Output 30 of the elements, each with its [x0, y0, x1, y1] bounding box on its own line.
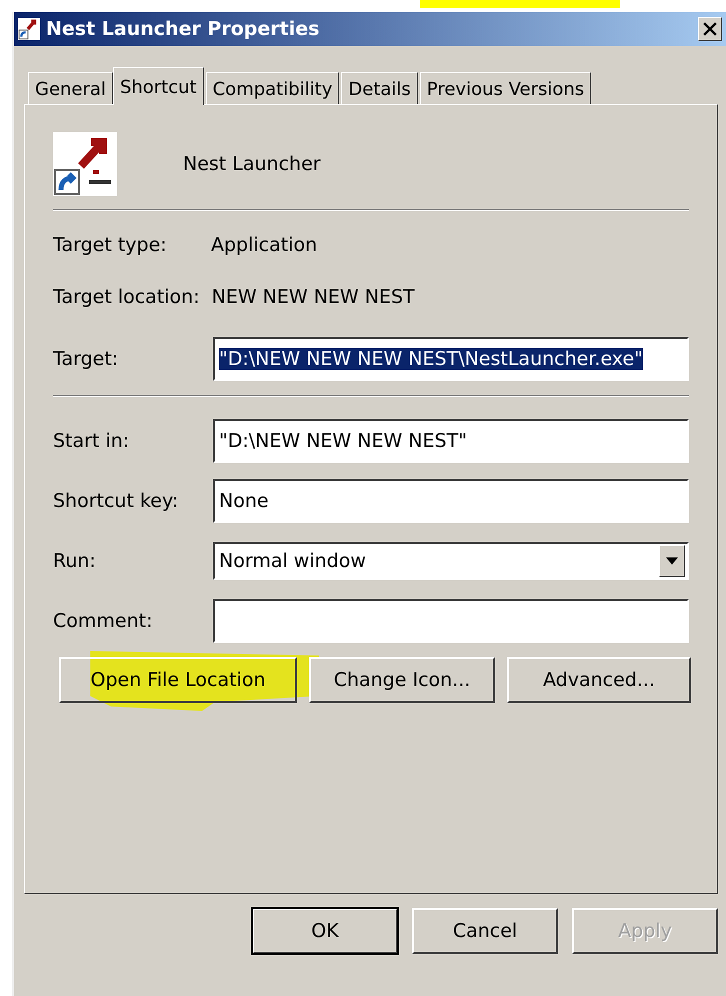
- close-icon: [703, 22, 717, 36]
- input-field[interactable]: [213, 599, 689, 643]
- dialog-button[interactable]: OK: [252, 908, 398, 954]
- field-label: Run:: [53, 550, 97, 572]
- dialog-button[interactable]: Cancel: [412, 908, 558, 954]
- dropdown-field[interactable]: Normal window: [213, 542, 689, 580]
- input-field[interactable]: None: [213, 479, 689, 523]
- tab[interactable]: Shortcut: [112, 67, 204, 105]
- shortcut-app-icon: [53, 132, 117, 196]
- input-field[interactable]: "D:\NEW NEW NEW NEST": [213, 419, 689, 463]
- tab[interactable]: Compatibility: [206, 72, 340, 104]
- shortcut-name: Nest Launcher: [183, 153, 321, 175]
- shortcut-app-icon: [18, 18, 40, 40]
- field-label: Comment:: [53, 610, 154, 632]
- tab[interactable]: Details: [341, 72, 418, 104]
- window-title: Nest Launcher Properties: [46, 18, 320, 40]
- tab[interactable]: Previous Versions: [420, 72, 592, 104]
- action-button[interactable]: Open File Location: [59, 657, 297, 703]
- action-button[interactable]: Advanced...: [507, 657, 691, 703]
- input-field[interactable]: "D:\NEW NEW NEW NEST\NestLauncher.exe": [213, 337, 689, 381]
- field-value: NEW NEW NEW NEST: [212, 286, 415, 308]
- field-label: Shortcut key:: [53, 490, 180, 512]
- tab[interactable]: General: [28, 72, 113, 104]
- field-label: Target location:: [53, 286, 200, 308]
- field-label: Start in:: [53, 430, 130, 452]
- close-button[interactable]: [698, 17, 722, 41]
- field-label: Target:: [53, 348, 120, 370]
- action-button[interactable]: Change Icon...: [309, 657, 495, 703]
- field-value: Application: [211, 234, 318, 256]
- field-label: Target type:: [53, 234, 168, 256]
